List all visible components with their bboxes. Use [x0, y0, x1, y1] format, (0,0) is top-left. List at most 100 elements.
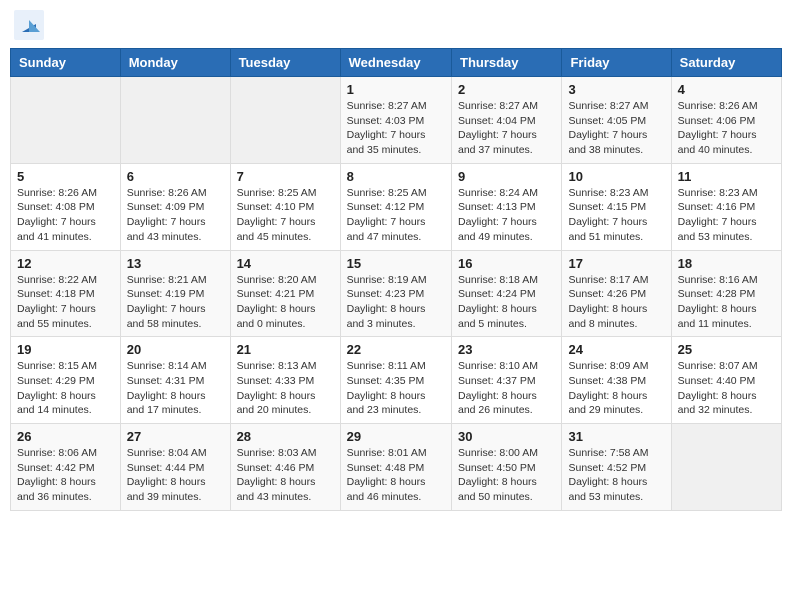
- calendar-week-row: 12 Sunrise: 8:22 AMSunset: 4:18 PMDayligh…: [11, 250, 782, 337]
- day-info: Sunrise: 8:23 AMSunset: 4:15 PMDaylight:…: [568, 186, 664, 245]
- calendar-cell: [671, 424, 781, 511]
- calendar-week-row: 26 Sunrise: 8:06 AMSunset: 4:42 PMDayligh…: [11, 424, 782, 511]
- day-number: 30: [458, 429, 555, 444]
- calendar-cell: 4 Sunrise: 8:26 AMSunset: 4:06 PMDaylight…: [671, 77, 781, 164]
- calendar-cell: 28 Sunrise: 8:03 AMSunset: 4:46 PMDayligh…: [230, 424, 340, 511]
- calendar-cell: 7Sunrise: 8:25 AMSunset: 4:10 PMDaylight…: [230, 163, 340, 250]
- day-info: Sunrise: 8:13 AMSunset: 4:33 PMDaylight:…: [237, 359, 334, 418]
- day-info: Sunrise: 8:20 AMSunset: 4:21 PMDaylight:…: [237, 273, 334, 332]
- day-info: Sunrise: 8:14 AMSunset: 4:31 PMDaylight:…: [127, 359, 224, 418]
- day-number: 24: [568, 342, 664, 357]
- page-header: [10, 10, 782, 40]
- day-info: Sunrise: 8:19 AMSunset: 4:23 PMDaylight:…: [347, 273, 445, 332]
- day-number: 16: [458, 256, 555, 271]
- day-number: 4: [678, 82, 775, 97]
- calendar-cell: 31 Sunrise: 7:58 AMSunset: 4:52 PMDayligh…: [562, 424, 671, 511]
- day-number: 22: [347, 342, 445, 357]
- day-number: 25: [678, 342, 775, 357]
- day-info: Sunrise: 8:00 AMSunset: 4:50 PMDaylight:…: [458, 446, 555, 505]
- day-number: 3: [568, 82, 664, 97]
- day-number: 20: [127, 342, 224, 357]
- calendar-cell: 6Sunrise: 8:26 AMSunset: 4:09 PMDaylight…: [120, 163, 230, 250]
- day-number: 18: [678, 256, 775, 271]
- weekday-header: Sunday: [11, 49, 121, 77]
- day-info: Sunrise: 8:27 AMSunset: 4:03 PMDaylight:…: [347, 99, 445, 158]
- day-number: 26: [17, 429, 114, 444]
- calendar-cell: 1 Sunrise: 8:27 AMSunset: 4:03 PMDaylight…: [340, 77, 451, 164]
- day-info: Sunrise: 8:26 AMSunset: 4:08 PMDaylight:…: [17, 186, 114, 245]
- calendar-cell: 9Sunrise: 8:24 AMSunset: 4:13 PMDaylight…: [452, 163, 562, 250]
- weekday-header: Saturday: [671, 49, 781, 77]
- day-number: 8: [347, 169, 445, 184]
- day-number: 29: [347, 429, 445, 444]
- day-number: 12: [17, 256, 114, 271]
- calendar-cell: 10 Sunrise: 8:23 AMSunset: 4:15 PMDayligh…: [562, 163, 671, 250]
- day-number: 14: [237, 256, 334, 271]
- calendar-cell: 29Sunrise: 8:01 AMSunset: 4:48 PMDayligh…: [340, 424, 451, 511]
- day-info: Sunrise: 7:58 AMSunset: 4:52 PMDaylight:…: [568, 446, 664, 505]
- calendar-cell: 27Sunrise: 8:04 AMSunset: 4:44 PMDayligh…: [120, 424, 230, 511]
- calendar-cell: 8 Sunrise: 8:25 AMSunset: 4:12 PMDaylight…: [340, 163, 451, 250]
- calendar-cell: 3 Sunrise: 8:27 AMSunset: 4:05 PMDaylight…: [562, 77, 671, 164]
- day-number: 1: [347, 82, 445, 97]
- day-info: Sunrise: 8:25 AMSunset: 4:10 PMDaylight:…: [237, 186, 334, 245]
- calendar-cell: 19 Sunrise: 8:15 AMSunset: 4:29 PMDayligh…: [11, 337, 121, 424]
- day-info: Sunrise: 8:03 AMSunset: 4:46 PMDaylight:…: [237, 446, 334, 505]
- calendar-cell: 11 Sunrise: 8:23 AMSunset: 4:16 PMDayligh…: [671, 163, 781, 250]
- calendar-cell: [11, 77, 121, 164]
- weekday-header: Wednesday: [340, 49, 451, 77]
- calendar-week-row: 5 Sunrise: 8:26 AMSunset: 4:08 PMDaylight…: [11, 163, 782, 250]
- calendar-cell: 2Sunrise: 8:27 AMSunset: 4:04 PMDaylight…: [452, 77, 562, 164]
- day-number: 21: [237, 342, 334, 357]
- calendar: SundayMondayTuesdayWednesdayThursdayFrid…: [10, 48, 782, 511]
- weekday-header: Monday: [120, 49, 230, 77]
- day-number: 23: [458, 342, 555, 357]
- calendar-cell: 5 Sunrise: 8:26 AMSunset: 4:08 PMDaylight…: [11, 163, 121, 250]
- weekday-header: Thursday: [452, 49, 562, 77]
- calendar-cell: 23Sunrise: 8:10 AMSunset: 4:37 PMDayligh…: [452, 337, 562, 424]
- calendar-cell: 25 Sunrise: 8:07 AMSunset: 4:40 PMDayligh…: [671, 337, 781, 424]
- calendar-header-row: SundayMondayTuesdayWednesdayThursdayFrid…: [11, 49, 782, 77]
- calendar-week-row: 19 Sunrise: 8:15 AMSunset: 4:29 PMDayligh…: [11, 337, 782, 424]
- day-info: Sunrise: 8:06 AMSunset: 4:42 PMDaylight:…: [17, 446, 114, 505]
- day-info: Sunrise: 8:27 AMSunset: 4:05 PMDaylight:…: [568, 99, 664, 158]
- day-info: Sunrise: 8:15 AMSunset: 4:29 PMDaylight:…: [17, 359, 114, 418]
- day-number: 5: [17, 169, 114, 184]
- day-info: Sunrise: 8:21 AMSunset: 4:19 PMDaylight:…: [127, 273, 224, 332]
- calendar-cell: 17 Sunrise: 8:17 AMSunset: 4:26 PMDayligh…: [562, 250, 671, 337]
- day-info: Sunrise: 8:18 AMSunset: 4:24 PMDaylight:…: [458, 273, 555, 332]
- day-info: Sunrise: 8:09 AMSunset: 4:38 PMDaylight:…: [568, 359, 664, 418]
- day-number: 19: [17, 342, 114, 357]
- calendar-cell: 18 Sunrise: 8:16 AMSunset: 4:28 PMDayligh…: [671, 250, 781, 337]
- weekday-header: Friday: [562, 49, 671, 77]
- logo: [14, 10, 48, 40]
- day-info: Sunrise: 8:22 AMSunset: 4:18 PMDaylight:…: [17, 273, 114, 332]
- day-info: Sunrise: 8:25 AMSunset: 4:12 PMDaylight:…: [347, 186, 445, 245]
- calendar-cell: 30 Sunrise: 8:00 AMSunset: 4:50 PMDayligh…: [452, 424, 562, 511]
- calendar-cell: 15 Sunrise: 8:19 AMSunset: 4:23 PMDayligh…: [340, 250, 451, 337]
- day-info: Sunrise: 8:16 AMSunset: 4:28 PMDaylight:…: [678, 273, 775, 332]
- day-number: 17: [568, 256, 664, 271]
- day-info: Sunrise: 8:23 AMSunset: 4:16 PMDaylight:…: [678, 186, 775, 245]
- day-info: Sunrise: 8:26 AMSunset: 4:09 PMDaylight:…: [127, 186, 224, 245]
- calendar-cell: 16 Sunrise: 8:18 AMSunset: 4:24 PMDayligh…: [452, 250, 562, 337]
- day-info: Sunrise: 8:17 AMSunset: 4:26 PMDaylight:…: [568, 273, 664, 332]
- day-number: 28: [237, 429, 334, 444]
- day-info: Sunrise: 8:11 AMSunset: 4:35 PMDaylight:…: [347, 359, 445, 418]
- calendar-cell: 22 Sunrise: 8:11 AMSunset: 4:35 PMDayligh…: [340, 337, 451, 424]
- calendar-cell: 12 Sunrise: 8:22 AMSunset: 4:18 PMDayligh…: [11, 250, 121, 337]
- day-info: Sunrise: 8:07 AMSunset: 4:40 PMDaylight:…: [678, 359, 775, 418]
- day-info: Sunrise: 8:24 AMSunset: 4:13 PMDaylight:…: [458, 186, 555, 245]
- day-number: 10: [568, 169, 664, 184]
- calendar-cell: 13Sunrise: 8:21 AMSunset: 4:19 PMDayligh…: [120, 250, 230, 337]
- day-number: 15: [347, 256, 445, 271]
- day-number: 11: [678, 169, 775, 184]
- logo-icon: [14, 10, 44, 40]
- day-info: Sunrise: 8:04 AMSunset: 4:44 PMDaylight:…: [127, 446, 224, 505]
- calendar-cell: 24 Sunrise: 8:09 AMSunset: 4:38 PMDayligh…: [562, 337, 671, 424]
- calendar-cell: [120, 77, 230, 164]
- day-number: 31: [568, 429, 664, 444]
- calendar-cell: 26 Sunrise: 8:06 AMSunset: 4:42 PMDayligh…: [11, 424, 121, 511]
- day-info: Sunrise: 8:26 AMSunset: 4:06 PMDaylight:…: [678, 99, 775, 158]
- weekday-header: Tuesday: [230, 49, 340, 77]
